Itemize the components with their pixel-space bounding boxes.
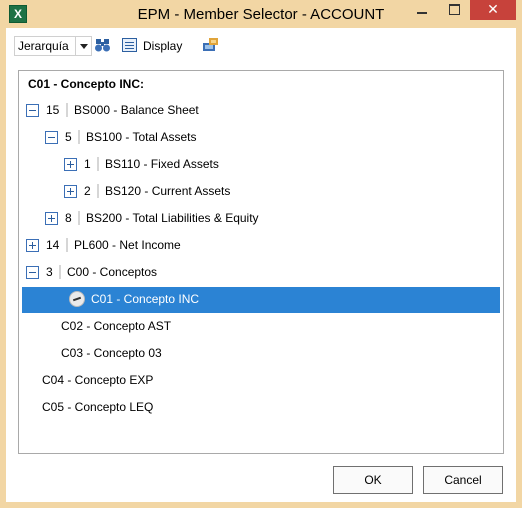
selected-member-header: C01 - Concepto INC: xyxy=(28,77,145,91)
tree-row[interactable]: 14 PL600 - Net Income xyxy=(19,233,503,259)
collapse-minus-icon[interactable] xyxy=(26,266,39,279)
member-selector-window: X EPM - Member Selector - ACCOUNT ✕ Jera… xyxy=(0,0,522,508)
hierarchy-dropdown-value: Jerarquía xyxy=(18,39,69,53)
expand-plus-icon[interactable] xyxy=(26,239,39,252)
display-button[interactable]: Display xyxy=(122,36,188,56)
tree-row-label: C02 - Concepto AST xyxy=(61,319,172,333)
tree-row[interactable]: 15 BS000 - Balance Sheet xyxy=(19,98,503,124)
tree-row-label: BS200 - Total Liabilities & Equity xyxy=(86,211,259,225)
chevron-down-icon[interactable] xyxy=(75,37,91,55)
close-button[interactable]: ✕ xyxy=(470,0,516,20)
count-separator xyxy=(66,238,68,252)
tree-row[interactable]: C03 - Concepto 03 xyxy=(19,341,503,367)
count-separator xyxy=(66,103,68,117)
expand-plus-icon[interactable] xyxy=(64,185,77,198)
tree-row-label: C03 - Concepto 03 xyxy=(61,346,162,360)
binoculars-icon[interactable] xyxy=(94,37,112,53)
tree-row[interactable]: 8 BS200 - Total Liabilities & Equity xyxy=(19,206,503,232)
cancel-button[interactable]: Cancel xyxy=(423,466,503,494)
properties-icon[interactable] xyxy=(202,37,220,53)
tree-row-label: C01 - Concepto INC xyxy=(91,292,200,306)
tree-row[interactable]: C02 - Concepto AST xyxy=(19,314,503,340)
tree-row[interactable]: 1 BS110 - Fixed Assets xyxy=(19,152,503,178)
maximize-button[interactable] xyxy=(440,0,468,20)
tree-row-label: BS100 - Total Assets xyxy=(86,130,197,144)
tree-row[interactable]: 3 C00 - Conceptos xyxy=(19,260,503,286)
ok-button[interactable]: OK xyxy=(333,466,413,494)
child-count: 5 xyxy=(65,130,72,144)
tree-row-label: PL600 - Net Income xyxy=(74,238,181,252)
count-separator xyxy=(97,157,99,171)
collapse-minus-icon[interactable] xyxy=(45,131,58,144)
member-tree[interactable]: C01 - Concepto INC: 15 BS000 - Balance Sh… xyxy=(18,70,504,454)
child-count: 14 xyxy=(46,238,60,252)
expand-plus-icon[interactable] xyxy=(45,212,58,225)
count-separator xyxy=(78,211,80,225)
count-separator xyxy=(59,265,61,279)
tree-row-label: BS000 - Balance Sheet xyxy=(74,103,199,117)
tree-row-label: C00 - Conceptos xyxy=(67,265,158,279)
tree-row-label: BS120 - Current Assets xyxy=(105,184,231,198)
title-bar[interactable]: X EPM - Member Selector - ACCOUNT ✕ xyxy=(0,0,522,28)
tree-row[interactable]: C04 - Concepto EXP xyxy=(19,368,503,394)
count-separator xyxy=(78,130,80,144)
child-count: 8 xyxy=(65,211,72,225)
tree-row-label: C04 - Concepto EXP xyxy=(42,373,154,387)
count-separator xyxy=(97,184,99,198)
tree-row[interactable]: 5 BS100 - Total Assets xyxy=(19,125,503,151)
expand-plus-icon[interactable] xyxy=(64,158,77,171)
selected-check-icon xyxy=(69,291,85,307)
tree-row[interactable]: 2 BS120 - Current Assets xyxy=(19,179,503,205)
minimize-button[interactable] xyxy=(409,0,435,20)
child-count: 1 xyxy=(84,157,91,171)
tree-row[interactable]: C05 - Concepto LEQ xyxy=(19,395,503,421)
display-button-label: Display xyxy=(143,39,183,53)
collapse-minus-icon[interactable] xyxy=(26,104,39,117)
tree-row-label: BS110 - Fixed Assets xyxy=(105,157,219,171)
tree-row-label: C05 - Concepto LEQ xyxy=(42,400,154,414)
child-count: 3 xyxy=(46,265,53,279)
child-count: 2 xyxy=(84,184,91,198)
tree-row[interactable]: C01 - Concepto INC xyxy=(22,287,500,313)
child-count: 15 xyxy=(46,103,60,117)
toolbar: Jerarquía Display xyxy=(6,28,516,62)
display-list-icon xyxy=(122,38,137,52)
hierarchy-dropdown[interactable]: Jerarquía xyxy=(14,36,92,56)
